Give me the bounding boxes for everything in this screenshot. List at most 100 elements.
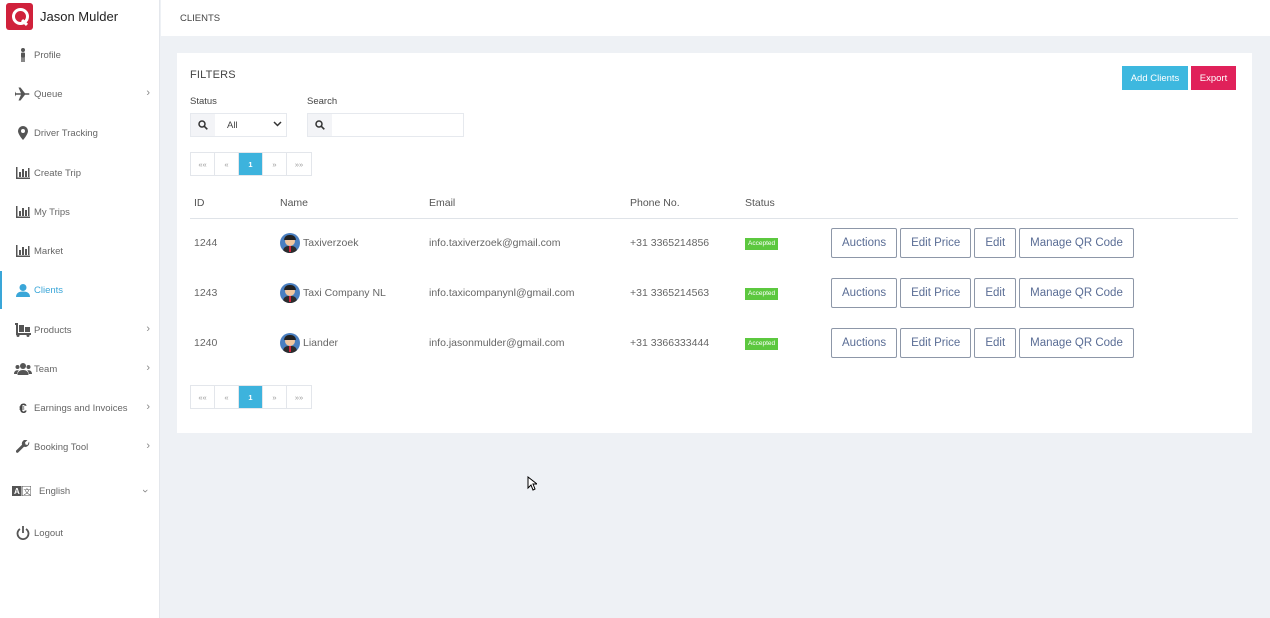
breadcrumb: CLIENTS [161,0,1270,36]
avatar [280,233,300,254]
auctions-button[interactable]: Auctions [831,228,898,259]
logout-label: Logout [34,527,64,539]
chevron-right-icon: › [146,87,150,99]
client-name: Taxi Company NL [303,286,386,299]
status-badge: Accepted [745,238,779,251]
cell-status: Accepted [741,218,827,268]
cell-name: Taxiverzoek [276,218,425,268]
status-filter-select[interactable]: All [190,113,287,137]
logout-button[interactable]: Logout [0,514,159,552]
cell-actions: Auctions Edit Price Edit Manage QR Code [827,268,1238,318]
status-badge: Accepted [745,338,779,350]
users-icon [14,363,32,375]
filters-title: FILTERS [190,69,236,81]
table-row: 1243 Taxi Company NL info.taxicompanynl@… [190,268,1238,318]
auctions-button[interactable]: Auctions [831,328,898,358]
column-header-name: Name [276,188,425,219]
sidebar-item-team[interactable]: Team › [0,350,159,388]
wrench-icon [14,440,32,454]
status-badge: Accepted [745,288,779,300]
manage-qr-code-button[interactable]: Manage QR Code [1019,328,1134,358]
sidebar-item-label: Profile [34,49,61,61]
client-name: Taxiverzoek [303,237,359,250]
breadcrumb-current: CLIENTS [180,12,221,24]
table-row: 1244 Taxiverzoek info.taxiverzoek@gmail.… [190,218,1238,268]
language-select[interactable]: A文 English › [0,472,159,510]
edit-price-button[interactable]: Edit Price [900,228,972,259]
manage-qr-code-button[interactable]: Manage QR Code [1019,278,1134,308]
svg-text:文: 文 [23,487,30,496]
sidebar-item-label: Team [34,363,58,375]
language-icon: A文 [11,486,31,496]
cell-name: Taxi Company NL [276,268,425,318]
sidebar-item-label: Earnings and Invoices [34,402,128,414]
page-current-button[interactable]: 1 [239,386,263,408]
edit-price-button[interactable]: Edit Price [900,328,972,358]
sidebar-item-label: Driver Tracking [34,127,98,139]
chevron-right-icon: › [146,323,150,335]
sidebar-item-label: Booking Tool [34,441,89,453]
sidebar-item-driver-tracking[interactable]: Driver Tracking [0,114,159,152]
sidebar-item-products[interactable]: Products › [0,311,159,349]
cell-id: 1240 [194,337,218,349]
brand[interactable]: Jason Mulder [0,0,159,32]
sidebar-item-market[interactable]: Market [0,232,159,270]
cell-id: 1243 [194,287,218,299]
language-label: English [39,485,71,497]
page-first-button[interactable]: «« [191,386,215,408]
avatar [280,283,300,303]
edit-button[interactable]: Edit [974,278,1017,308]
cell-email: info.taxiverzoek@gmail.com [429,237,561,250]
dolly-icon [14,323,32,337]
search-input[interactable] [307,113,464,137]
sidebar-item-label: Clients [34,284,64,296]
export-button[interactable]: Export [1191,66,1236,90]
bar-chart-icon [14,206,32,218]
cell-phone: +31 3366333444 [630,337,710,349]
sidebar-item-clients[interactable]: Clients [0,271,159,309]
page-current-button[interactable]: 1 [239,153,263,175]
page-prev-button[interactable]: « [215,386,239,408]
page-prev-button[interactable]: « [215,153,239,175]
cell-actions: Auctions Edit Price Edit Manage QR Code [827,318,1238,368]
power-icon [14,526,32,540]
manage-qr-code-button[interactable]: Manage QR Code [1019,228,1134,259]
sidebar-item-create-trip[interactable]: Create Trip [0,154,159,192]
table-header-row: ID Name Email Phone No. Status [190,188,1238,219]
page-next-button[interactable]: » [263,386,287,408]
sidebar-item-my-trips[interactable]: My Trips [0,193,159,231]
sidebar-item-label: Queue [34,88,63,100]
pagination-top: «« « 1 » »» [190,152,312,176]
cell-email: info.taxicompanynl@gmail.com [429,287,575,299]
search-filter-label: Search [307,96,338,107]
plane-icon [14,87,32,101]
page-first-button[interactable]: «« [191,153,215,175]
chevron-right-icon: › [146,362,150,374]
avatar [280,333,300,353]
add-clients-button[interactable]: Add Clients [1122,66,1188,90]
bar-chart-icon [14,245,32,257]
cell-name: Liander [276,318,425,368]
page-next-button[interactable]: » [263,153,287,175]
map-pin-icon [14,126,32,140]
chevron-down-icon [273,119,282,130]
sidebar-item-queue[interactable]: Queue › [0,75,159,113]
edit-button[interactable]: Edit [974,228,1017,259]
search-icon [308,114,332,136]
sidebar-item-booking-tool[interactable]: Booking Tool › [0,428,159,466]
sidebar-item-profile[interactable]: Profile [0,36,159,74]
sidebar-item-label: Market [34,245,64,257]
page-last-button[interactable]: »» [287,386,311,408]
edit-price-button[interactable]: Edit Price [900,278,972,308]
status-filter-label: Status [190,96,217,107]
brand-name: Jason Mulder [40,8,119,24]
edit-button[interactable]: Edit [974,328,1017,358]
column-header-status: Status [741,188,827,219]
cell-phone: +31 3365214856 [630,237,710,250]
page-last-button[interactable]: »» [287,153,311,175]
clients-table: ID Name Email Phone No. Status 1244 Taxi… [190,188,1238,368]
clients-card: FILTERS Add Clients Export Status All Se… [177,53,1252,433]
sidebar-item-earnings-invoices[interactable]: € Earnings and Invoices › [0,389,159,427]
auctions-button[interactable]: Auctions [831,278,898,308]
svg-text:A: A [14,487,20,496]
